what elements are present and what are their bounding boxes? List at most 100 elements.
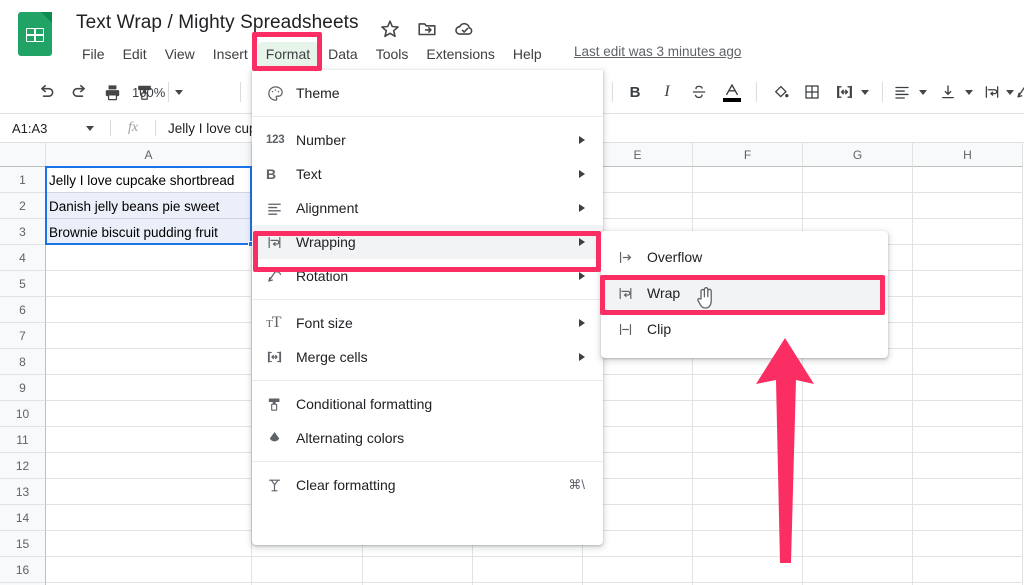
redo-icon[interactable]	[68, 80, 92, 104]
star-icon[interactable]	[379, 18, 401, 40]
menu-item-data[interactable]: Data	[320, 42, 366, 66]
submenu-arrow-icon	[579, 353, 585, 361]
menu-row-number[interactable]: 123 Number	[252, 123, 603, 157]
name-box[interactable]: A1:A3	[0, 114, 110, 143]
menu-row-font-size[interactable]: TT Font size	[252, 306, 603, 340]
column-header-A[interactable]: A	[46, 143, 252, 167]
menu-label-merge-cells: Merge cells	[296, 349, 368, 365]
merge-dropdown-caret-icon[interactable]	[856, 80, 874, 104]
strikethrough-icon[interactable]	[688, 80, 710, 104]
row-header-2[interactable]: 2	[0, 193, 46, 219]
row-header-7[interactable]: 7	[0, 323, 46, 349]
alternating-colors-icon	[266, 430, 296, 447]
menu-row-text[interactable]: B Text	[252, 157, 603, 191]
print-icon[interactable]	[100, 80, 124, 104]
row-header-8[interactable]: 8	[0, 349, 46, 375]
cloud-saved-icon[interactable]	[453, 18, 475, 40]
menu-item-edit[interactable]: Edit	[115, 42, 155, 66]
row-header-3[interactable]: 3	[0, 219, 46, 245]
number-123-icon: 123	[266, 134, 285, 146]
column-header-G[interactable]: G	[803, 143, 913, 167]
menu-item-insert[interactable]: Insert	[205, 42, 256, 66]
menu-row-alignment[interactable]: Alignment	[252, 191, 603, 225]
zoom-value: 100%	[132, 84, 166, 100]
horizontal-align-icon[interactable]	[890, 80, 914, 104]
column-header-H[interactable]: H	[913, 143, 1023, 167]
grid-horizontal-line	[46, 582, 1023, 583]
italic-icon[interactable]: I	[656, 80, 678, 104]
menu-row-conditional-formatting[interactable]: Conditional formatting	[252, 387, 603, 421]
menu-row-clear-formatting[interactable]: Clear formatting ⌘\	[252, 468, 603, 502]
menu-row-wrapping[interactable]: Wrapping	[252, 225, 603, 259]
last-edit-status[interactable]: Last edit was 3 minutes ago	[574, 44, 741, 59]
row-header-15[interactable]: 15	[0, 531, 46, 557]
overflow-icon	[617, 249, 647, 266]
undo-icon[interactable]	[34, 80, 58, 104]
menu-row-alternating-colors[interactable]: Alternating colors	[252, 421, 603, 455]
row-header-1[interactable]: 1	[0, 167, 46, 193]
zoom-selector[interactable]: 100%	[128, 80, 187, 104]
row-header-label: 16	[15, 562, 30, 577]
menu-item-view[interactable]: View	[157, 42, 203, 66]
grid-vertical-line	[1022, 167, 1023, 585]
submenu-row-wrap[interactable]: Wrap	[601, 275, 888, 311]
menu-item-help[interactable]: Help	[505, 42, 550, 66]
cell-A2[interactable]: Danish jelly beans pie sweet	[46, 193, 252, 219]
menu-label-text: Text	[296, 166, 322, 182]
cell-A1[interactable]: Jelly I love cupcake shortbread	[46, 167, 252, 193]
menu-row-theme[interactable]: Theme	[252, 76, 603, 110]
menu-divider-3	[252, 380, 603, 381]
row-header-13[interactable]: 13	[0, 479, 46, 505]
wrapping-icon	[266, 234, 296, 251]
fill-color-icon[interactable]	[768, 80, 792, 104]
menu-item-format[interactable]: Format	[257, 42, 319, 66]
row-header-label: 5	[19, 276, 26, 291]
row-header-11[interactable]: 11	[0, 427, 46, 453]
alignment-icon	[266, 200, 296, 217]
submenu-label-clip: Clip	[647, 321, 672, 337]
menu-item-extensions[interactable]: Extensions	[418, 42, 502, 66]
menu-label-alignment: Alignment	[296, 200, 359, 216]
merge-cells-icon[interactable]	[832, 80, 856, 104]
text-color-icon[interactable]	[720, 80, 744, 104]
function-fx-icon[interactable]: fx	[111, 120, 155, 136]
menu-row-rotation[interactable]: Rotation	[252, 259, 603, 293]
row-header-10[interactable]: 10	[0, 401, 46, 427]
row-header-label: 12	[15, 458, 30, 473]
vertical-align-caret-icon[interactable]	[960, 80, 978, 104]
text-rotation-icon[interactable]	[1014, 80, 1024, 104]
submenu-arrow-icon	[579, 272, 585, 280]
cell-value: Danish jelly beans pie sweet	[49, 198, 220, 214]
row-header-12[interactable]: 12	[0, 453, 46, 479]
borders-icon[interactable]	[800, 80, 824, 104]
menu-divider-4	[252, 461, 603, 462]
text-wrapping-icon[interactable]	[980, 80, 1004, 104]
row-header-label: 4	[19, 250, 26, 265]
row-header-9[interactable]: 9	[0, 375, 46, 401]
menu-label-conditional-formatting: Conditional formatting	[296, 396, 433, 412]
vertical-align-icon[interactable]	[936, 80, 960, 104]
move-to-folder-icon[interactable]	[416, 18, 438, 40]
menu-row-merge-cells[interactable]: Merge cells	[252, 340, 603, 374]
bold-icon[interactable]: B	[624, 80, 646, 104]
select-all-corner[interactable]	[0, 143, 46, 167]
row-header-label: 15	[15, 536, 30, 551]
row-header-5[interactable]: 5	[0, 271, 46, 297]
wrapping-submenu: Overflow Wrap Clip	[601, 231, 888, 358]
menu-item-file[interactable]: File	[74, 42, 113, 66]
row-header-16[interactable]: 16	[0, 557, 46, 583]
format-dropdown-menu: Theme 123 Number B Text Alignment Wrappi…	[252, 70, 603, 545]
column-header-F[interactable]: F	[693, 143, 803, 167]
row-header-14[interactable]: 14	[0, 505, 46, 531]
row-header-6[interactable]: 6	[0, 297, 46, 323]
horizontal-align-caret-icon[interactable]	[914, 80, 932, 104]
row-header-4[interactable]: 4	[0, 245, 46, 271]
menu-item-tools[interactable]: Tools	[368, 42, 417, 66]
submenu-row-clip[interactable]: Clip	[601, 311, 888, 347]
document-title[interactable]: Text Wrap / Mighty Spreadsheets	[76, 12, 359, 34]
menu-divider-2	[252, 299, 603, 300]
row-header-label: 1	[19, 172, 26, 187]
submenu-row-overflow[interactable]: Overflow	[601, 239, 888, 275]
cell-A3[interactable]: Brownie biscuit pudding fruit	[46, 219, 252, 245]
clip-icon	[617, 321, 647, 338]
